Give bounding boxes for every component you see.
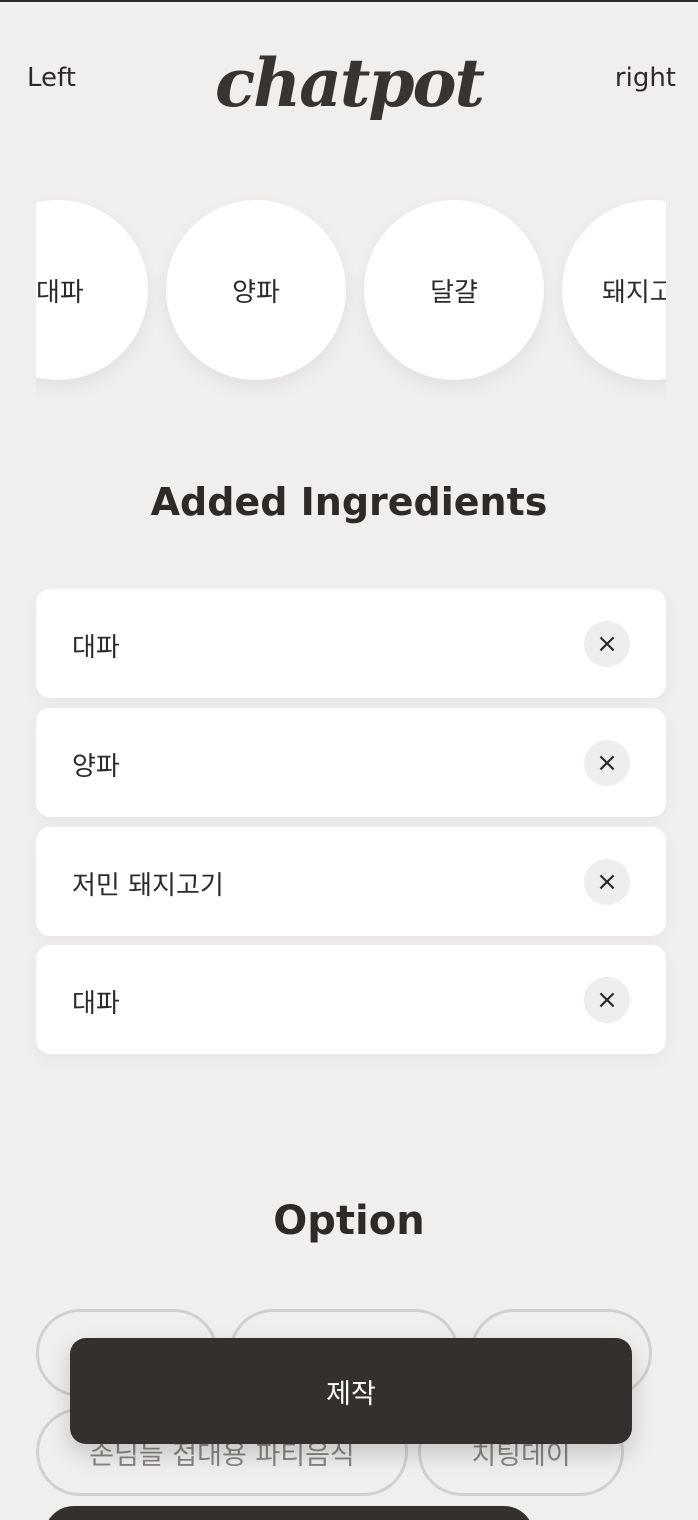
close-icon[interactable]: × [584,621,630,667]
ingredient-carousel[interactable]: 대파 양파 달걀 돼지고 [36,195,666,400]
carousel-item-label: 대파 [36,277,84,308]
ingredient-row: 양파 × [36,708,666,817]
ingredient-label: 대파 [72,633,120,663]
ingredient-label: 저민 돼지고기 [72,871,224,901]
option-chip-selected[interactable] [44,1506,534,1520]
carousel-item[interactable]: 대파 [36,200,148,380]
ingredient-row: 대파 × [36,589,666,698]
carousel-item-label: 달걀 [430,277,478,308]
ingredient-row: 대파 × [36,945,666,1054]
close-icon[interactable]: × [584,740,630,786]
carousel-item[interactable]: 양파 [166,200,346,380]
app-logo: chatpot [214,44,485,122]
ingredient-label: 대파 [72,989,120,1019]
top-border [0,0,698,2]
close-icon[interactable]: × [584,859,630,905]
carousel-item-label: 양파 [232,277,280,308]
ingredient-label: 양파 [72,752,120,782]
close-icon[interactable]: × [584,977,630,1023]
added-ingredients-title: Added Ingredients [150,480,548,524]
carousel-item[interactable]: 돼지고 [562,200,666,380]
make-button[interactable]: 제작 [70,1338,632,1444]
carousel-item-label: 돼지고 [602,277,666,308]
right-nav-button[interactable]: right [615,63,676,93]
ingredient-row: 저민 돼지고기 × [36,827,666,936]
carousel-item[interactable]: 달걀 [364,200,544,380]
option-title: Option [273,1198,425,1244]
